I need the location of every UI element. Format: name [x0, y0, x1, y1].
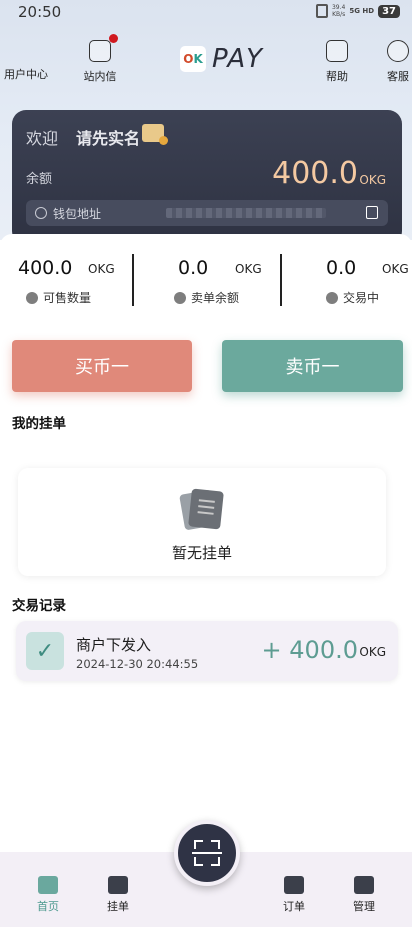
- help-button[interactable]: 帮助: [316, 40, 358, 84]
- signal-icon: 5G HD: [349, 6, 375, 15]
- nav-listings-label: 挂单: [107, 900, 129, 913]
- scan-button[interactable]: [174, 820, 240, 886]
- customer-service-label: 客服: [387, 70, 409, 83]
- empty-orders-card: 暂无挂单: [18, 468, 386, 576]
- transaction-time: 2024-12-30 20:44:55: [76, 657, 199, 671]
- wallet-address-blurred: [166, 208, 326, 218]
- wallet-icon: [174, 291, 186, 304]
- user-icon: [35, 207, 47, 219]
- stat-unit: OKG: [88, 262, 115, 276]
- transaction-amount: + 400.0: [261, 636, 358, 664]
- trash-icon: [326, 291, 338, 304]
- battery-icon: 37: [378, 4, 400, 18]
- sell-button[interactable]: 卖币一: [222, 340, 403, 392]
- bag-icon: [108, 876, 128, 894]
- stat-value: 0.0: [326, 257, 357, 279]
- stat-label: 卖单余额: [174, 289, 239, 306]
- empty-orders-text: 暂无挂单: [171, 544, 232, 562]
- my-orders-title: 我的挂单: [12, 416, 66, 432]
- notification-dot: [109, 34, 118, 43]
- vibrate-icon: [315, 4, 328, 18]
- card-icon: [354, 876, 374, 894]
- buy-button[interactable]: 买币一: [12, 340, 192, 392]
- balance-label: 余额: [26, 172, 53, 187]
- stat-label-text: 交易中: [343, 291, 380, 305]
- verify-link[interactable]: 请先实名: [76, 125, 140, 149]
- id-card-icon[interactable]: [142, 124, 168, 145]
- stat-value: 400.0: [18, 257, 73, 279]
- wallet-label: 钱包地址: [53, 207, 102, 221]
- logo-badge-icon: OK: [180, 46, 206, 72]
- check-icon: ✓: [26, 632, 64, 670]
- copy-icon[interactable]: [366, 206, 378, 219]
- nav-manage-label: 管理: [353, 900, 375, 913]
- status-bar: 20:50 39.4 KB/s 5G HD 37: [0, 0, 412, 26]
- nav-home-label: 首页: [37, 900, 59, 913]
- inbox-label: 站内信: [83, 70, 117, 83]
- net-speed-unit: KB/s: [332, 11, 346, 18]
- scan-line: [192, 852, 222, 854]
- transaction-title: 商户下发入: [76, 636, 152, 654]
- customer-service-button[interactable]: 客服: [380, 40, 412, 84]
- nav-listings[interactable]: 挂单: [98, 876, 138, 914]
- mail-icon: [89, 34, 118, 62]
- logo-badge-left: O: [183, 52, 194, 66]
- stat-label: 交易中: [326, 289, 379, 306]
- status-time: 20:50: [18, 3, 62, 21]
- balance-unit: OKG: [359, 173, 386, 187]
- stat-label-text: 可售数量: [43, 291, 92, 305]
- logo-text: PAY: [212, 44, 264, 74]
- net-speed-value: 39.4: [331, 4, 346, 11]
- stat-sell-balance: 0.0 OKG 卖单余额: [174, 257, 268, 307]
- balance-value: 400.0: [272, 156, 358, 191]
- tag-icon: [26, 291, 38, 304]
- divider: [280, 254, 282, 306]
- chat-icon: [387, 40, 409, 62]
- wallet-address-row: 钱包地址: [26, 200, 388, 226]
- stat-trading: 0.0 OKG 交易中: [326, 257, 410, 307]
- empty-document-icon: [179, 486, 226, 532]
- nav-home[interactable]: 首页: [28, 876, 68, 914]
- transaction-unit: OKG: [359, 645, 386, 659]
- transaction-item[interactable]: ✓ 商户下发入 2024-12-30 20:44:55 + 400.0 OKG: [16, 621, 398, 681]
- account-card: 欢迎 请先实名 余额 400.0 OKG 钱包地址: [12, 110, 402, 245]
- nav-orders-label: 订单: [283, 900, 305, 913]
- nav-manage[interactable]: 管理: [344, 876, 384, 914]
- stat-unit: OKG: [382, 262, 409, 276]
- transactions-title: 交易记录: [12, 598, 66, 614]
- app-logo: OK PAY: [180, 44, 263, 74]
- status-indicators: 39.4 KB/s 5G HD 37: [315, 4, 400, 18]
- network-speed: 39.4 KB/s: [332, 4, 345, 18]
- help-label: 帮助: [326, 70, 348, 83]
- user-center-label: 用户中心: [4, 68, 48, 81]
- nav-orders[interactable]: 订单: [274, 876, 314, 914]
- welcome-text: 欢迎: [26, 129, 59, 148]
- stat-label: 可售数量: [26, 289, 91, 306]
- logo-badge-right: K: [193, 52, 203, 66]
- stat-value: 0.0: [178, 257, 209, 279]
- home-icon: [38, 876, 58, 894]
- help-icon: [326, 40, 348, 62]
- order-icon: [284, 876, 304, 894]
- user-center-button[interactable]: 用户中心: [2, 66, 50, 82]
- divider: [132, 254, 134, 306]
- stat-label-text: 卖单余额: [191, 291, 240, 305]
- inbox-button[interactable]: 站内信: [78, 34, 122, 84]
- stat-unit: OKG: [235, 262, 262, 276]
- stat-available: 400.0 OKG 可售数量: [18, 257, 128, 307]
